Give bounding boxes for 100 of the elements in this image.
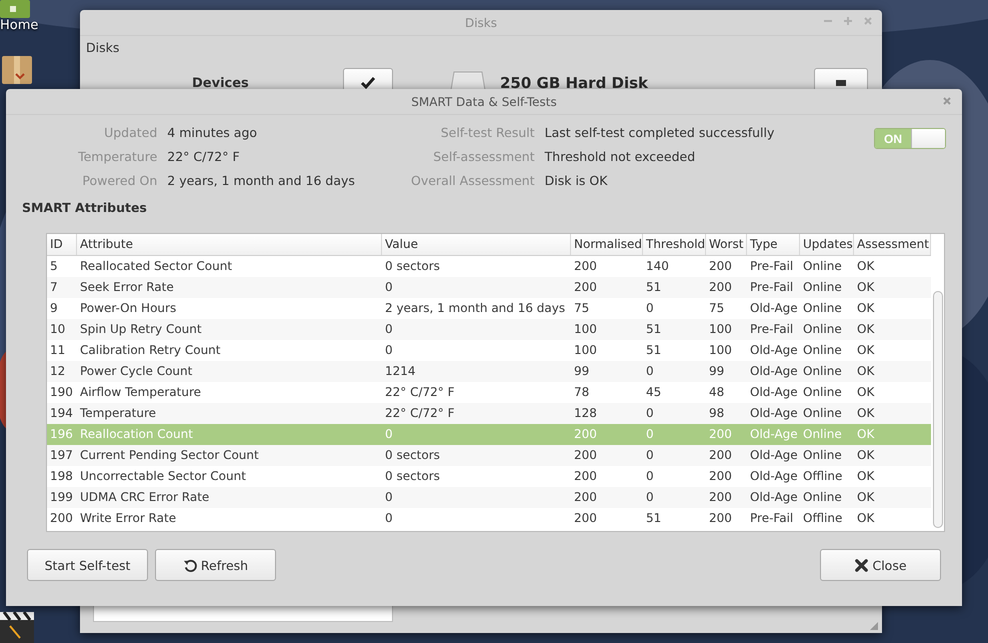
close-button[interactable]: Close	[820, 549, 941, 581]
table-cell-text: 200	[573, 258, 598, 275]
table-cell-text: OK	[856, 279, 876, 296]
table-cell-text: 22° C/72° F	[384, 405, 456, 422]
table-cell-text: 198	[49, 468, 74, 485]
table-cell-text: 0 sectors	[384, 258, 441, 275]
table-cell-text: Online	[802, 489, 843, 506]
maximize-icon[interactable]	[842, 15, 854, 27]
column-header[interactable]: Updates	[800, 234, 854, 255]
table-cell-text: Offline	[802, 510, 844, 527]
table-cell-text: 196	[49, 426, 74, 443]
field-value: Threshold not exceeded	[544, 149, 696, 164]
table-cell-text: 0	[384, 510, 394, 527]
column-header[interactable]: Attribute	[77, 234, 382, 255]
check-icon	[360, 76, 376, 90]
table-cell-text: 0 sectors	[384, 468, 441, 485]
refresh-icon	[182, 558, 198, 572]
table-cell-text: 1214	[384, 363, 417, 380]
table-cell-text: 100	[708, 321, 733, 338]
table-cell-text: OK	[856, 510, 876, 527]
section-title: SMART Attributes	[22, 200, 148, 215]
table-cell-text: Pre-Fail	[749, 321, 794, 338]
table-cell-text: Temperature	[79, 405, 158, 422]
table-row[interactable]: 197 Current Pending Sector Count 0 sectors 200 0 200 Old-Age Online OK	[47, 445, 931, 466]
table-cell-text: 0 sectors	[384, 447, 441, 464]
table-cell-text: 0	[384, 489, 394, 506]
table-cell-text: Airflow Temperature	[79, 384, 202, 401]
table-cell-text: Old-Age	[749, 489, 799, 506]
table-cell-text: Power-On Hours	[79, 300, 178, 317]
field-value: 4 minutes ago	[167, 125, 258, 140]
table-cell-text: Online	[802, 342, 843, 359]
start-self-test-button[interactable]: Start Self-test	[27, 549, 148, 581]
table-cell-text: 45	[645, 384, 662, 401]
table-cell-text: OK	[856, 468, 876, 485]
table-cell-text: Write Error Rate	[79, 510, 178, 527]
field-value: Last self-test completed successfully	[544, 125, 774, 140]
column-header[interactable]: Normalised	[571, 234, 643, 255]
table-cell-text: Pre-Fail	[749, 279, 794, 296]
table-cell-text: 51	[645, 510, 662, 527]
field-label: Self-assessment	[432, 149, 535, 164]
table-cell-text: 75	[573, 300, 590, 317]
column-header[interactable]: Threshold	[643, 234, 706, 255]
table-cell-text: 98	[708, 405, 726, 422]
table-cell-text: 200	[708, 489, 733, 506]
icon-label[interactable]: Home	[0, 18, 38, 33]
table-row[interactable]: 194 Temperature 22° C/72° F 128 0 98 Old-Age Online OK	[47, 403, 931, 424]
table-cell-text: Online	[802, 279, 843, 296]
table-cell-text: OK	[856, 426, 876, 443]
table-cell-text: Online	[802, 258, 843, 275]
table-cell-text: 99	[708, 363, 726, 380]
table-cell-text: 75	[708, 300, 726, 317]
table-cell-text: 100	[573, 321, 598, 338]
table-cell-text: 0	[384, 342, 394, 359]
column-header[interactable]: Value	[382, 234, 571, 255]
field-label: Self-test Result	[440, 125, 535, 140]
table-cell-text: 99	[573, 363, 590, 380]
column-header[interactable]: ID	[47, 234, 77, 255]
table-cell-text: Online	[802, 447, 843, 464]
table-cell-text: Offline	[802, 468, 844, 485]
table-cell-text: Calibration Retry Count	[79, 342, 222, 359]
table-cell-text: 0	[384, 279, 394, 296]
clapperboard-icon[interactable]	[0, 612, 34, 643]
table-cell-text: OK	[856, 258, 876, 275]
table-cell-text: 0	[645, 489, 655, 506]
table-cell-text: 12	[49, 363, 66, 380]
table-cell-text: OK	[856, 384, 876, 401]
table-cell-text: 51	[645, 321, 662, 338]
table-cell-text: Spin Up Retry Count	[79, 321, 203, 338]
resize-grip-icon[interactable]	[870, 622, 878, 630]
table-cell-text: Reallocation Count	[79, 426, 194, 443]
table-cell-text: Pre-Fail	[749, 258, 794, 275]
table-row[interactable]: 7 Seek Error Rate 0 200 51 200 Pre-Fail Online OK	[47, 277, 931, 298]
field-label: Overall Assessment	[411, 173, 535, 188]
close-icon[interactable]	[862, 15, 874, 27]
field-value: 2 years, 1 month and 16 days	[167, 173, 356, 188]
table-cell-text: 0	[645, 300, 655, 317]
column-header[interactable]: Worst	[706, 234, 747, 255]
table-cell-text: 0	[645, 447, 655, 464]
table-cell-text: 200	[573, 447, 598, 464]
scrollbar-thumb[interactable]	[933, 291, 943, 528]
table-row[interactable]: 199 UDMA CRC Error Rate 0 200 0 200 Old-Age Online OK	[47, 487, 931, 508]
table-row[interactable]: 12 Power Cycle Count 1214 99 0 99 Old-Age Online OK	[47, 361, 931, 382]
folder-icon[interactable]	[0, 0, 30, 18]
table-cell-text: UDMA CRC Error Rate	[79, 489, 210, 506]
column-header[interactable]: Type	[747, 234, 800, 255]
table-cell-text: Online	[802, 384, 843, 401]
table-cell-text: Power Cycle Count	[79, 363, 194, 380]
table-cell-text: OK	[856, 405, 876, 422]
table-cell-text: 22° C/72° F	[384, 384, 456, 401]
table-cell-text: 0	[384, 321, 394, 338]
table-cell-text: OK	[856, 363, 876, 380]
table-cell-text: 11	[49, 342, 66, 359]
table-row[interactable]: 10 Spin Up Retry Count 0 100 51 100 Pre-Fail Online OK	[47, 319, 931, 340]
column-header[interactable]: Assessment	[854, 234, 931, 255]
refresh-button[interactable]: Refresh	[155, 549, 276, 581]
table-cell-text: Online	[802, 363, 843, 380]
close-icon[interactable]	[942, 96, 952, 106]
table-cell-text: 48	[708, 384, 726, 401]
table-cell-text: 190	[49, 384, 74, 401]
field-value: Disk is OK	[544, 173, 608, 188]
